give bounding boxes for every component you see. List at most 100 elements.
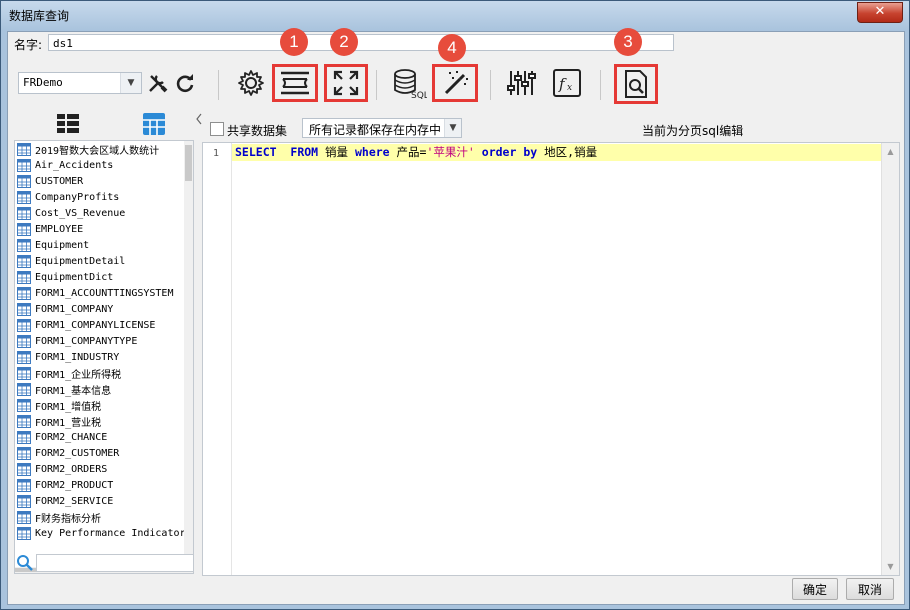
search-icon bbox=[17, 555, 33, 571]
table-view-icon[interactable] bbox=[142, 112, 166, 136]
cache-mode-select[interactable]: 所有记录都保存在内存中 ▼ bbox=[302, 118, 462, 138]
table-list-item[interactable]: FORM1_基本信息 bbox=[15, 381, 193, 397]
table-name: EMPLOYEE bbox=[35, 223, 84, 235]
sql-keyword: by bbox=[523, 145, 538, 159]
toolbar-separator bbox=[490, 70, 491, 100]
table-list-item[interactable]: Cost_VS_Revenue bbox=[15, 205, 193, 221]
cache-mode-value: 所有记录都保存在内存中 bbox=[309, 123, 442, 137]
list-view-icon[interactable] bbox=[56, 112, 80, 136]
table-icon bbox=[17, 446, 31, 460]
formula-fx-icon[interactable]: fx bbox=[550, 66, 584, 100]
name-label: 名字: bbox=[14, 38, 43, 52]
table-list-item[interactable]: FORM2_CUSTOMER bbox=[15, 445, 193, 461]
table-list-item[interactable]: Air_Accidents bbox=[15, 157, 193, 173]
table-list-item[interactable]: FORM1_INDUSTRY bbox=[15, 349, 193, 365]
sql-string: '苹果汁' bbox=[426, 145, 475, 159]
table-list-scrollbar[interactable] bbox=[184, 141, 193, 573]
table-list-item[interactable]: FORM2_CHANCE bbox=[15, 429, 193, 445]
table-list-item[interactable]: EquipmentDetail bbox=[15, 253, 193, 269]
preview-button[interactable] bbox=[614, 64, 658, 104]
table-icon bbox=[17, 222, 31, 236]
sql-line[interactable]: SELECT FROM 销量 where 产品='苹果汁' order by 地… bbox=[232, 144, 882, 161]
table-list-item[interactable]: 2019智数大会区域人数统计 bbox=[15, 141, 193, 157]
maximize-button[interactable] bbox=[324, 64, 368, 102]
table-name: FORM1_增值税 bbox=[35, 401, 102, 413]
wrench-screwdriver-icon[interactable] bbox=[146, 68, 170, 98]
refresh-icon[interactable] bbox=[172, 68, 198, 98]
ok-button[interactable]: 确定 bbox=[792, 578, 838, 600]
table-icon bbox=[17, 382, 31, 396]
table-icon bbox=[17, 510, 31, 524]
table-icon bbox=[17, 366, 31, 380]
table-list-item[interactable]: FORM1_COMPANYLICENSE bbox=[15, 317, 193, 333]
table-icon bbox=[17, 254, 31, 268]
table-list-item[interactable]: FORM2_PRODUCT bbox=[15, 477, 193, 493]
table-name: CUSTOMER bbox=[35, 175, 84, 187]
toolbar-separator bbox=[376, 70, 377, 100]
table-list-item[interactable]: FORM1_企业所得税 bbox=[15, 365, 193, 381]
table-list-item[interactable]: CUSTOMER bbox=[15, 173, 193, 189]
sql-editor[interactable]: 1 SELECT FROM 销量 where 产品='苹果汁' order by… bbox=[202, 142, 900, 576]
table-icon bbox=[17, 302, 31, 316]
name-input[interactable]: ds1 bbox=[48, 34, 674, 51]
connection-select[interactable]: FRDemo ▼ bbox=[18, 72, 142, 94]
table-list-item[interactable]: EquipmentDict bbox=[15, 269, 193, 285]
cancel-button[interactable]: 取消 bbox=[846, 578, 894, 600]
svg-text:f: f bbox=[558, 75, 567, 93]
table-list-item[interactable]: EMPLOYEE bbox=[15, 221, 193, 237]
table-list-item[interactable]: FORM1_增值税 bbox=[15, 397, 193, 413]
table-name: CompanyProfits bbox=[35, 191, 120, 203]
table-name: FORM2_SERVICE bbox=[35, 495, 114, 507]
chevron-down-icon[interactable]: ▼ bbox=[120, 73, 141, 93]
table-name: FORM1_ACCOUNTTINGSYSTEM bbox=[35, 287, 174, 299]
table-name: FORM2_PRODUCT bbox=[35, 479, 114, 491]
table-list-item[interactable]: FORM1_COMPANY bbox=[15, 301, 193, 317]
sql-table: 销量 bbox=[325, 145, 349, 159]
table-list-item[interactable]: F财务指标分析 bbox=[15, 509, 193, 525]
toolbar-separator bbox=[218, 70, 219, 100]
table-icon bbox=[17, 158, 31, 172]
table-list-item[interactable]: Key Performance Indicator bbox=[15, 525, 193, 541]
badge-2: 2 bbox=[330, 28, 358, 56]
expand-arrows-icon bbox=[333, 70, 359, 96]
database-sql-icon[interactable]: SQL bbox=[390, 66, 428, 100]
close-button[interactable]: ✕ bbox=[857, 2, 903, 23]
svg-text:SQL: SQL bbox=[411, 91, 427, 99]
split-horizontal-button[interactable] bbox=[272, 64, 318, 102]
settings-gear-icon[interactable] bbox=[234, 66, 268, 100]
table-name: EquipmentDict bbox=[35, 271, 114, 283]
badge-1: 1 bbox=[280, 28, 308, 56]
badge-3: 3 bbox=[614, 28, 642, 56]
scroll-up-icon[interactable]: ▲ bbox=[882, 143, 899, 160]
edit-mode-text: 当前为分页sql编辑 bbox=[642, 124, 744, 138]
chevron-down-icon[interactable]: ▼ bbox=[444, 119, 461, 137]
table-name: Cost_VS_Revenue bbox=[35, 207, 126, 219]
table-icon bbox=[17, 174, 31, 188]
table-list-item[interactable]: Equipment bbox=[15, 237, 193, 253]
table-icon bbox=[17, 142, 31, 156]
table-icon bbox=[17, 462, 31, 476]
share-dataset-checkbox[interactable] bbox=[210, 122, 224, 136]
table-icon bbox=[17, 414, 31, 428]
table-name: FORM1_企业所得税 bbox=[35, 369, 122, 381]
parameter-sliders-icon[interactable] bbox=[504, 66, 538, 100]
table-name: FORM1_COMPANYLICENSE bbox=[35, 319, 156, 331]
editor-scrollbar[interactable]: ▲ ▼ bbox=[881, 143, 899, 575]
table-name: FORM1_基本信息 bbox=[35, 385, 112, 397]
format-sql-button[interactable] bbox=[432, 64, 478, 102]
table-icon bbox=[17, 334, 31, 348]
table-list-item[interactable]: FORM2_ORDERS bbox=[15, 461, 193, 477]
table-list-item[interactable]: FORM1_营业税 bbox=[15, 413, 193, 429]
line-number: 1 bbox=[212, 148, 219, 159]
table-list-item[interactable]: FORM2_SERVICE bbox=[15, 493, 193, 509]
scroll-down-icon[interactable]: ▼ bbox=[882, 558, 899, 575]
magic-wand-icon bbox=[444, 71, 468, 95]
toolbar-separator bbox=[600, 70, 601, 100]
table-list-item[interactable]: FORM1_ACCOUNTTINGSYSTEM bbox=[15, 285, 193, 301]
table-list-item[interactable]: FORM1_COMPANYTYPE bbox=[15, 333, 193, 349]
line-number-gutter: 1 bbox=[203, 143, 232, 575]
table-browser: 2019智数大会区域人数统计 Air_Accidents CUSTOMER Compa… bbox=[14, 110, 194, 574]
table-search-input[interactable] bbox=[36, 554, 194, 572]
table-icon bbox=[17, 238, 31, 252]
table-list-item[interactable]: CompanyProfits bbox=[15, 189, 193, 205]
